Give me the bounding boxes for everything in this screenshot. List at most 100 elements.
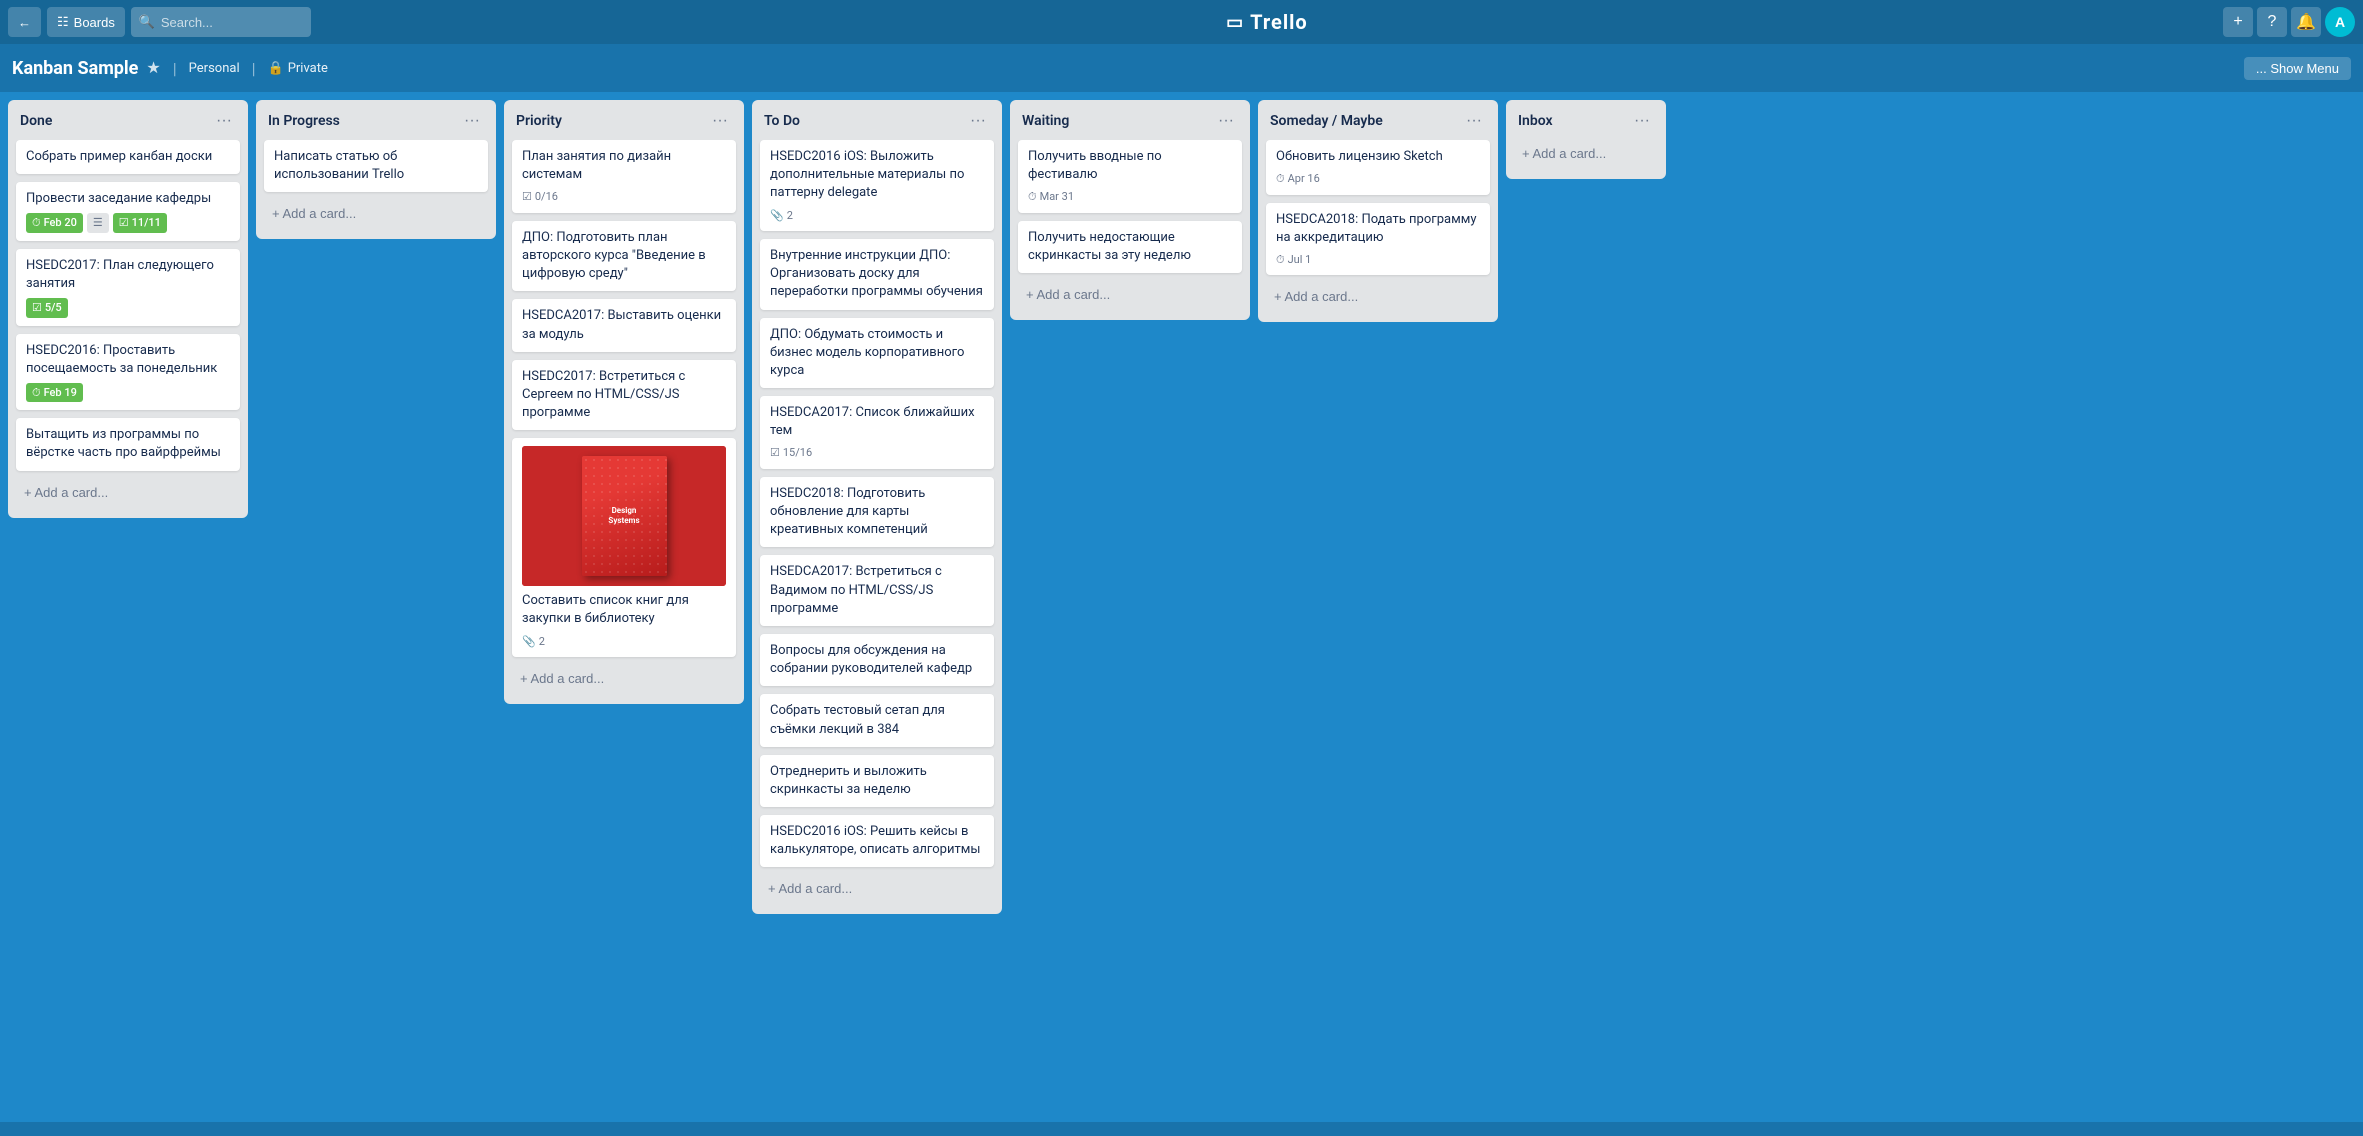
- card-text: HSEDC2017: Встретиться с Сергеем по HTML…: [522, 368, 726, 423]
- back-icon: ←: [18, 15, 31, 30]
- card[interactable]: HSEDC2017: Встретиться с Сергеем по HTML…: [512, 360, 736, 431]
- badge: ⏱ Feb 20: [26, 213, 83, 232]
- badge: ⏱ Apr 16: [1276, 171, 1320, 186]
- card-text: ДПО: Обдумать стоимость и бизнес модель …: [770, 326, 984, 381]
- card[interactable]: HSEDCA2017: Встретиться с Вадимом по HTM…: [760, 555, 994, 626]
- card[interactable]: HSEDC2016 iOS: Решить кейсы в калькулято…: [760, 815, 994, 867]
- card-badges: ☑ 0/16: [522, 189, 726, 204]
- clock-icon: ⏱: [32, 385, 41, 400]
- top-nav: ← ☷ Boards 🔍 ▭ Trello + ? 🔔 A: [0, 0, 2363, 44]
- add-card-button-someday[interactable]: + Add a card...: [1266, 283, 1490, 310]
- add-card-button-todo[interactable]: + Add a card...: [760, 875, 994, 902]
- card[interactable]: HSEDC2017: План следующего занятия☑ 5/5: [16, 249, 240, 326]
- cards-container-waiting: Получить вводные по фестивалю⏱ Mar 31 Пол…: [1010, 140, 1250, 320]
- column-header-waiting: Waiting···: [1010, 100, 1250, 140]
- card[interactable]: ДПО: Подготовить план авторского курса "…: [512, 221, 736, 292]
- attach-icon: 📎: [770, 208, 784, 223]
- column-title-inbox: Inbox: [1518, 113, 1553, 129]
- card-text: HSEDC2016 iOS: Решить кейсы в калькулято…: [770, 823, 984, 859]
- card-text: План занятия по дизайн системам: [522, 148, 726, 184]
- clock-icon: ⏱: [1276, 252, 1285, 267]
- add-card-button-in-progress[interactable]: + Add a card...: [264, 200, 488, 227]
- card[interactable]: Написать статью об использовании Trello: [264, 140, 488, 192]
- card[interactable]: HSEDCA2017: Выставить оценки за модуль: [512, 299, 736, 351]
- column-header-in-progress: In Progress ···: [256, 100, 496, 140]
- card[interactable]: Получить вводные по фестивалю⏱ Mar 31: [1018, 140, 1242, 213]
- badge: ⏱ Jul 1: [1276, 252, 1311, 267]
- add-card-button-waiting[interactable]: + Add a card...: [1018, 281, 1242, 308]
- badge: ☰: [87, 213, 109, 232]
- column-header-priority: Priority···: [504, 100, 744, 140]
- card-badges: 📎 2: [522, 634, 726, 649]
- card-text: Составить список книг для закупки в библ…: [522, 592, 726, 628]
- column-priority: Priority···План занятия по дизайн систем…: [504, 100, 744, 704]
- badge: 📎 2: [522, 634, 545, 649]
- card-badges: ⏱ Mar 31: [1028, 189, 1232, 204]
- cards-container-in-progress: Написать статью об использовании Trello +…: [256, 140, 496, 239]
- info-icon: ?: [2268, 13, 2277, 31]
- card[interactable]: Отреднерить и выложить скринкасты за нед…: [760, 755, 994, 807]
- badge: ☑ 5/5: [26, 298, 68, 317]
- avatar-button[interactable]: A: [2325, 7, 2355, 37]
- card-text: HSEDC2016 iOS: Выложить дополнительные м…: [770, 148, 984, 203]
- cards-container-inbox: + Add a card...: [1506, 140, 1666, 179]
- badge: ⏱ Mar 31: [1028, 189, 1074, 204]
- bell-button[interactable]: 🔔: [2291, 7, 2321, 37]
- card-badges: ⏱ Feb 19: [26, 383, 230, 402]
- card[interactable]: HSEDCA2017: Список ближайших тем☑ 15/16: [760, 396, 994, 469]
- column-header-inbox: Inbox ···: [1506, 100, 1666, 140]
- column-waiting: Waiting···Получить вводные по фестивалю⏱…: [1010, 100, 1250, 320]
- column-menu-priority[interactable]: ···: [708, 110, 732, 132]
- card[interactable]: План занятия по дизайн системам ☑ 0/16: [512, 140, 736, 213]
- card-text: ДПО: Подготовить план авторского курса "…: [522, 229, 726, 284]
- add-card-button-priority[interactable]: + Add a card...: [512, 665, 736, 692]
- card[interactable]: Собрать пример канбан доски: [16, 140, 240, 174]
- card[interactable]: Внутренние инструкции ДПО: Организовать …: [760, 239, 994, 310]
- clock-icon: ⏱: [1028, 189, 1037, 204]
- card[interactable]: Собрать тестовый сетап для съёмки лекций…: [760, 694, 994, 746]
- card-badges: ☑ 5/5: [26, 298, 230, 317]
- column-someday: Someday / Maybe···Обновить лицензию Sket…: [1258, 100, 1498, 322]
- card[interactable]: HSEDC2018: Подготовить обновление для ка…: [760, 477, 994, 548]
- card[interactable]: Получить недостающие скринкасты за эту н…: [1018, 221, 1242, 273]
- column-title-in-progress: In Progress: [268, 113, 340, 129]
- card-text: HSEDCA2017: Встретиться с Вадимом по HTM…: [770, 563, 984, 618]
- search-input[interactable]: [131, 7, 311, 37]
- add-button[interactable]: +: [2223, 7, 2253, 37]
- trello-logo-text: Trello: [1250, 10, 1308, 34]
- column-menu-todo[interactable]: ···: [966, 110, 990, 132]
- boards-button[interactable]: ☷ Boards: [47, 7, 125, 37]
- board-header: Kanban Sample ★ | Personal | 🔒 Private .…: [0, 44, 2363, 92]
- book-dots: [582, 456, 667, 576]
- card[interactable]: Обновить лицензию Sketch⏱ Apr 16: [1266, 140, 1490, 195]
- card[interactable]: Вопросы для обсуждения на собрании руков…: [760, 634, 994, 686]
- back-button[interactable]: ←: [8, 7, 41, 37]
- column-menu-in-progress[interactable]: ···: [460, 110, 484, 132]
- card[interactable]: ДПО: Обдумать стоимость и бизнес модель …: [760, 318, 994, 389]
- card[interactable]: Провести заседание кафедры⏱ Feb 20☰☑ 11/…: [16, 182, 240, 241]
- cards-container-done: Собрать пример канбан доски Провести засе…: [8, 140, 248, 518]
- column-done: Done ··· Собрать пример канбан доски Провес…: [8, 100, 248, 518]
- badge: ☑ 15/16: [770, 445, 812, 460]
- column-title-done: Done: [20, 113, 52, 129]
- card[interactable]: HSEDCA2018: Подать программу на аккредит…: [1266, 203, 1490, 276]
- card[interactable]: DesignSystems Составить список книг для …: [512, 438, 736, 657]
- cards-container-todo: HSEDC2016 iOS: Выложить дополнительные м…: [752, 140, 1002, 914]
- column-menu-waiting[interactable]: ···: [1214, 110, 1238, 132]
- column-menu-someday[interactable]: ···: [1462, 110, 1486, 132]
- card[interactable]: Вытащить из программы по вёрстке часть п…: [16, 418, 240, 470]
- show-menu-button[interactable]: ... Show Menu: [2244, 57, 2351, 80]
- column-menu-done[interactable]: ···: [212, 110, 236, 132]
- lock-icon: 🔒: [268, 61, 284, 76]
- add-card-button-done[interactable]: + Add a card...: [16, 479, 240, 506]
- column-menu-inbox[interactable]: ···: [1630, 110, 1654, 132]
- card[interactable]: HSEDC2016: Проставить посещаемость за по…: [16, 334, 240, 411]
- card-image: DesignSystems: [522, 446, 726, 586]
- board-header-right: ... Show Menu: [2244, 57, 2351, 80]
- card[interactable]: HSEDC2016 iOS: Выложить дополнительные м…: [760, 140, 994, 231]
- info-button[interactable]: ?: [2257, 7, 2287, 37]
- add-card-button-inbox[interactable]: + Add a card...: [1514, 140, 1658, 167]
- card-text: HSEDC2016: Проставить посещаемость за по…: [26, 342, 230, 378]
- star-button[interactable]: ★: [146, 58, 160, 78]
- divider: |: [173, 59, 177, 78]
